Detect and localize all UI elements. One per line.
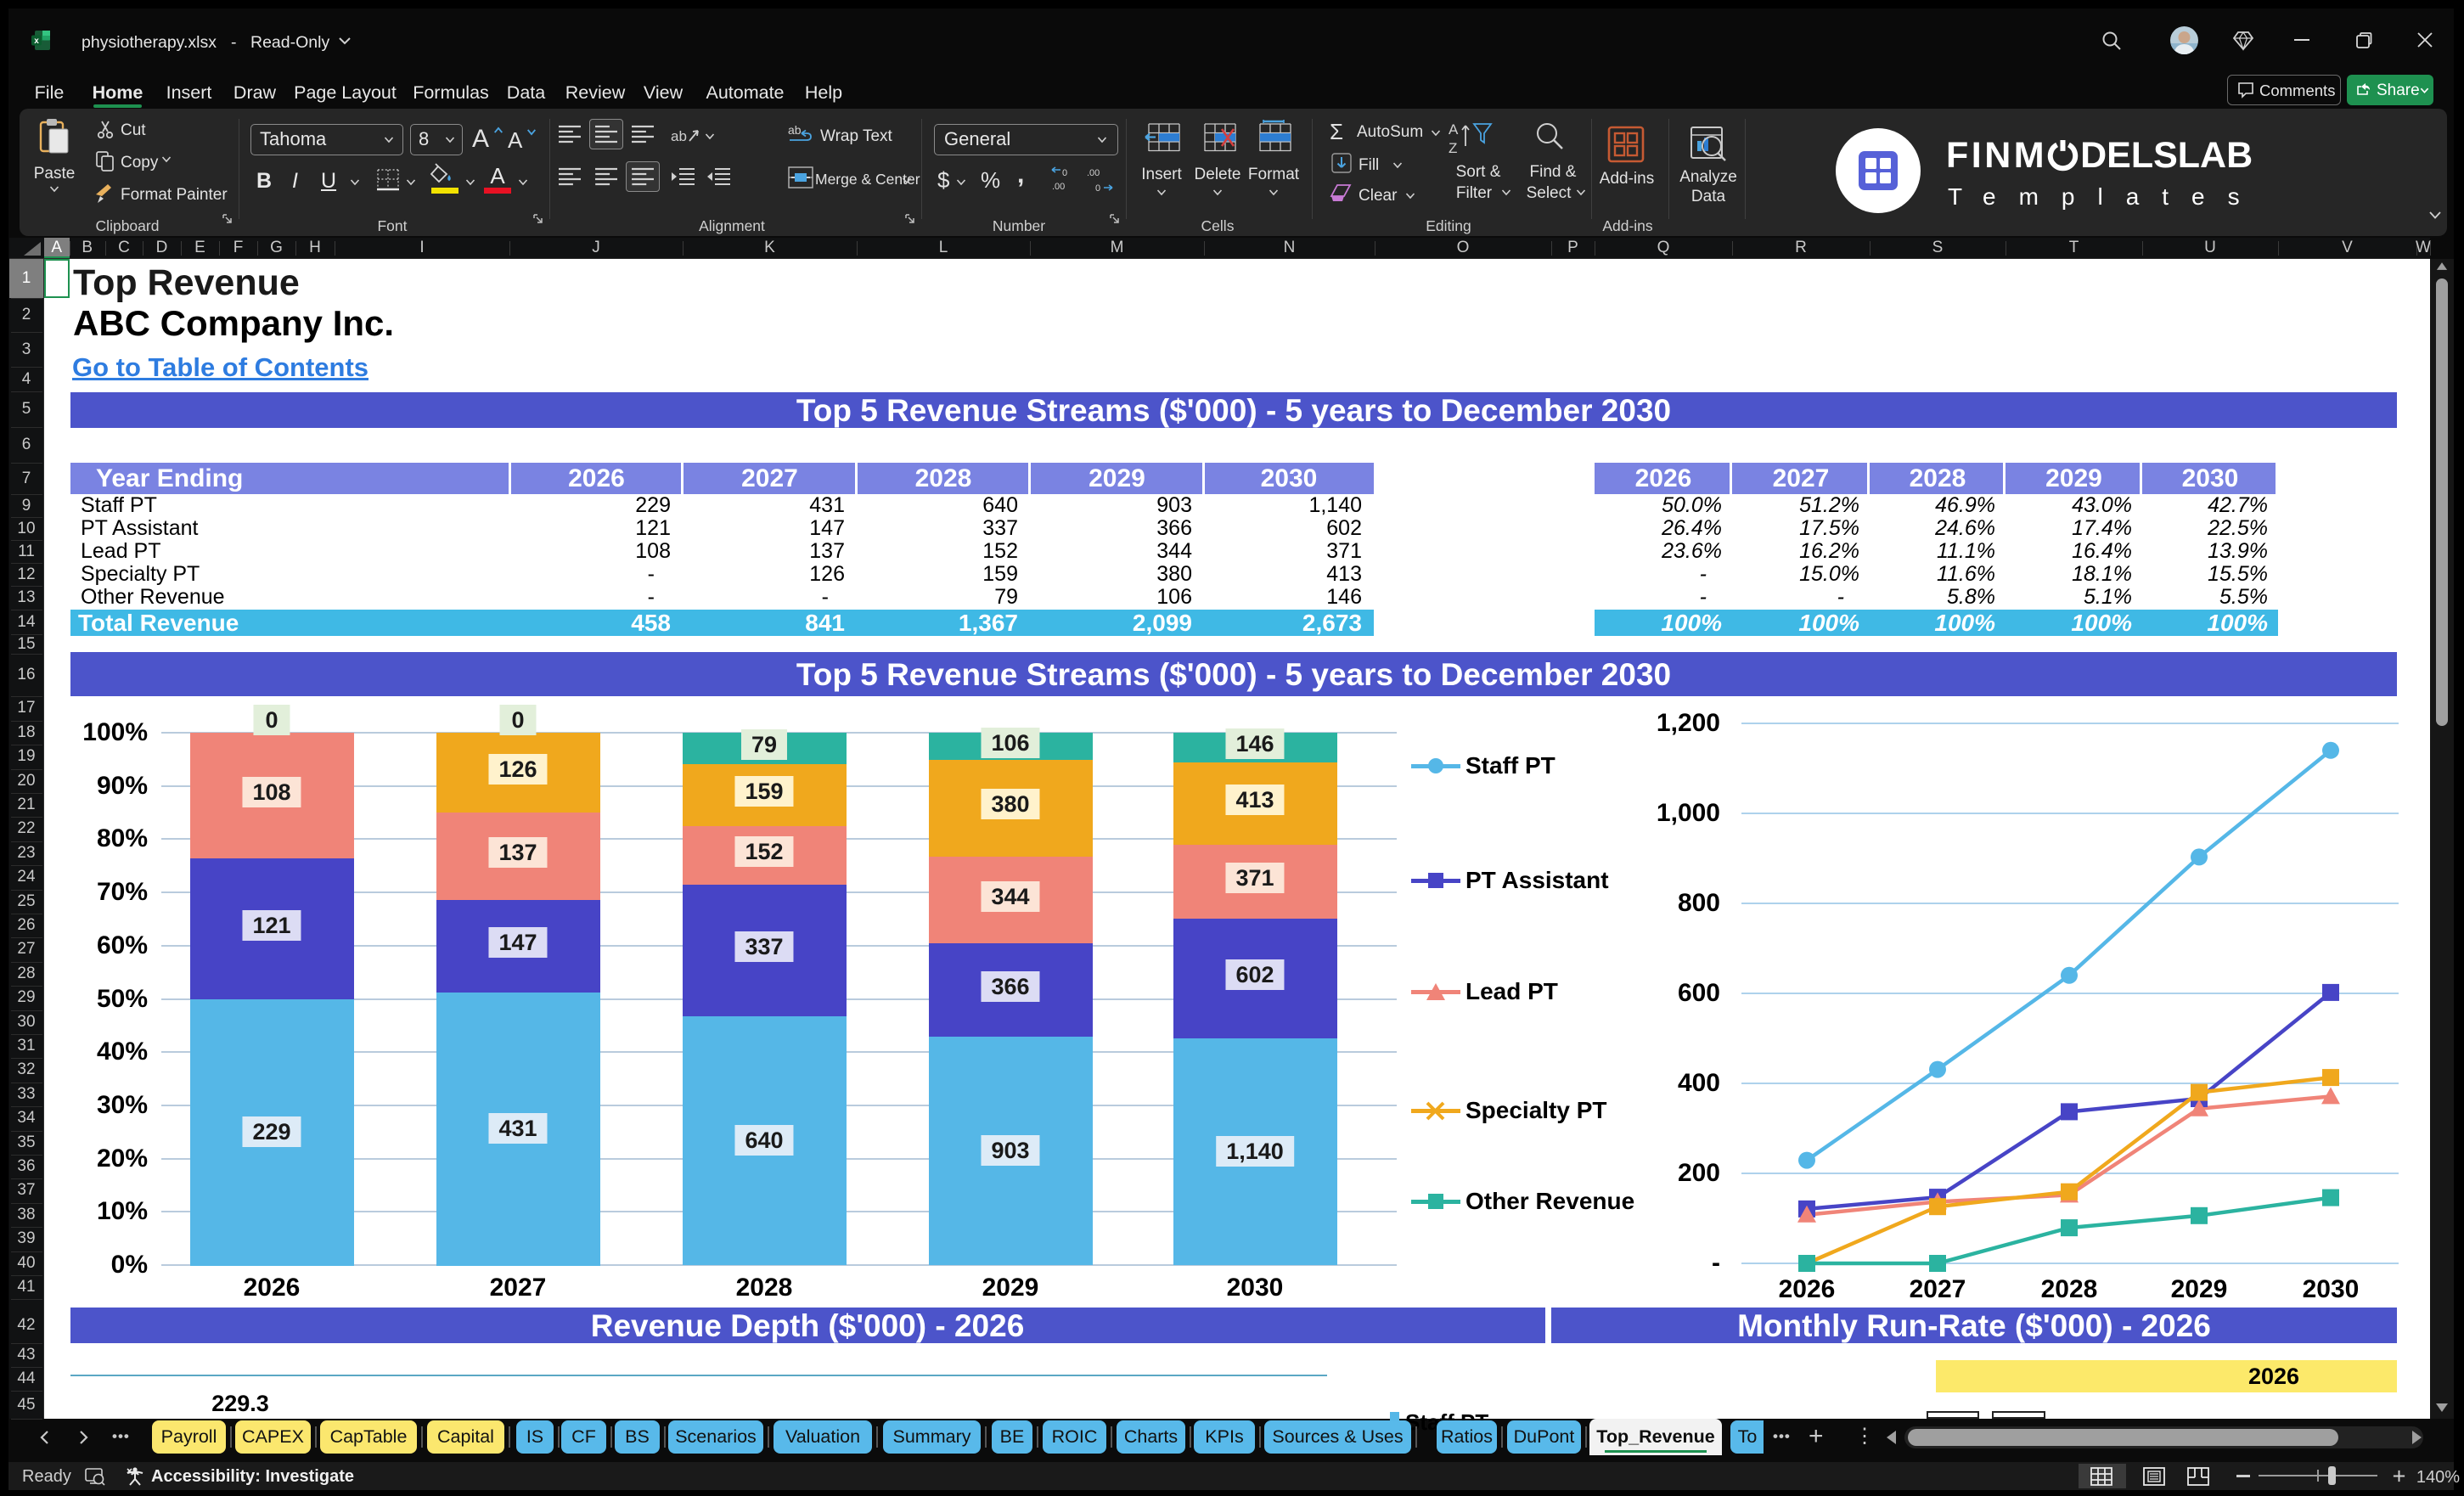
svg-text:.00: .00: [1087, 168, 1100, 178]
svg-text:A: A: [1449, 121, 1459, 138]
svg-text:0: 0: [1062, 168, 1067, 178]
svg-text:0: 0: [1095, 183, 1100, 194]
svg-text:ab: ab: [788, 123, 802, 137]
svg-text:x: x: [34, 37, 39, 46]
svg-text:Z: Z: [1449, 140, 1457, 156]
svg-text:ab: ab: [671, 128, 687, 144]
svg-text:.00: .00: [1052, 182, 1065, 192]
